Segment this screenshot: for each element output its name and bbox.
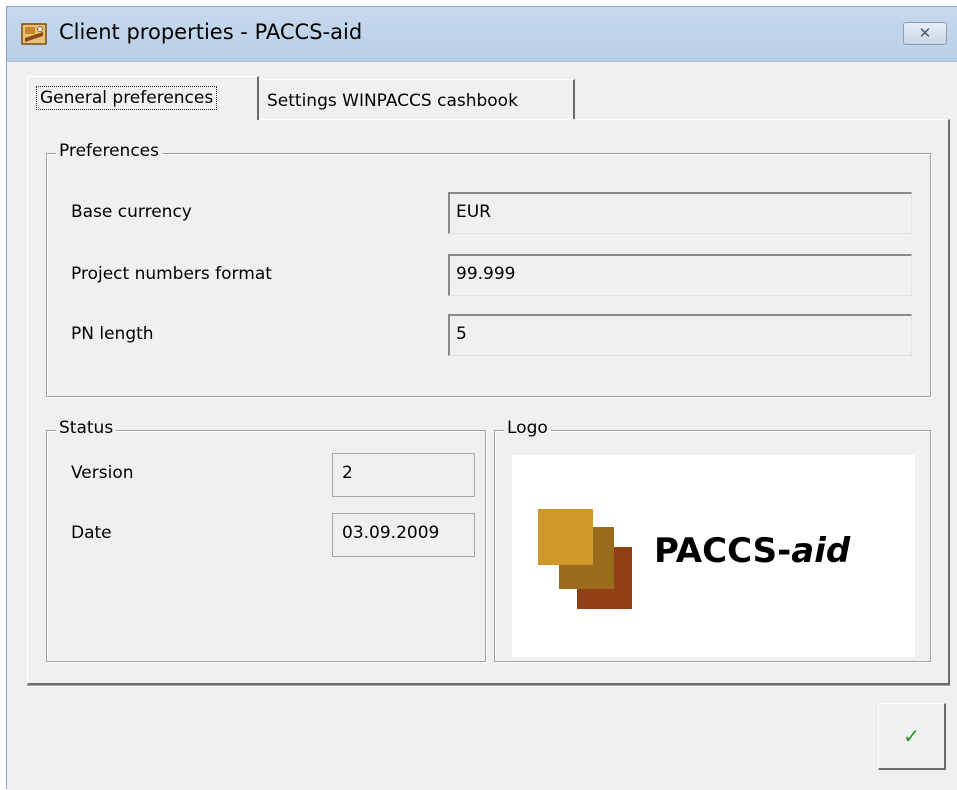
app-icon [21, 23, 47, 45]
dialog-client-area: General preferences Settings WINPACCS ca… [7, 62, 957, 790]
tab-settings-winpaccs-cashbook[interactable]: Settings WINPACCS cashbook [259, 79, 575, 119]
paccs-aid-logo: PACCS-aid [512, 455, 915, 657]
logo-brand-suffix: aid [791, 531, 851, 571]
date-label: Date [71, 523, 112, 543]
logo-wordmark: PACCS-aid [654, 531, 850, 571]
logo-squares-icon [538, 509, 632, 609]
preferences-legend: Preferences [56, 141, 162, 161]
status-legend: Status [56, 418, 117, 438]
logo-legend: Logo [504, 418, 551, 438]
close-icon: ✕ [918, 24, 932, 42]
date-field[interactable]: 03.09.2009 [332, 513, 475, 557]
dialog-window: Client properties - PACCS-aid ✕ General … [6, 6, 957, 790]
tab-label: General preferences [36, 86, 218, 110]
window-title: Client properties - PACCS-aid [59, 20, 363, 44]
logo-group: Logo PACCS-aid [494, 418, 931, 662]
tab-general-preferences[interactable]: General preferences [27, 76, 259, 120]
project-numbers-format-field[interactable]: 99.999 [448, 254, 912, 296]
ok-button[interactable]: ✓ [878, 703, 946, 770]
logo-brand: PACCS- [654, 531, 792, 571]
base-currency-field[interactable]: EUR [448, 192, 912, 234]
tab-panel-general: Preferences Base currency EUR Project nu… [27, 119, 950, 685]
checkmark-icon: ✓ [903, 724, 920, 748]
version-field[interactable]: 2 [332, 453, 475, 497]
title-bar[interactable]: Client properties - PACCS-aid ✕ [7, 7, 957, 62]
version-label: Version [71, 463, 134, 483]
pn-length-field[interactable]: 5 [448, 314, 912, 356]
bottom-separator [27, 685, 950, 687]
pn-length-label: PN length [71, 324, 154, 344]
preferences-group: Preferences Base currency EUR Project nu… [46, 141, 931, 397]
close-button[interactable]: ✕ [903, 22, 947, 45]
base-currency-label: Base currency [71, 202, 192, 222]
tab-label: Settings WINPACCS cashbook [267, 91, 518, 111]
project-numbers-format-label: Project numbers format [71, 264, 272, 284]
status-group: Status Version 2 Date 03.09.2009 [46, 418, 486, 662]
